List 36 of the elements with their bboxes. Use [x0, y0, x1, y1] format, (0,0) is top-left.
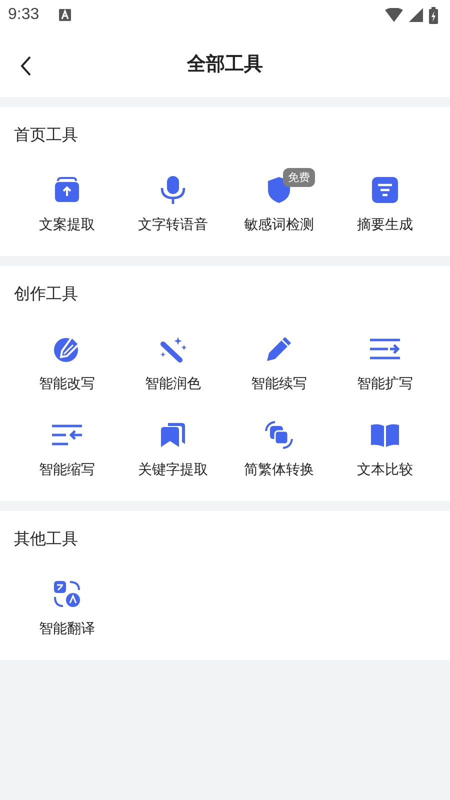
signal-icon: [409, 8, 423, 22]
section-title: 创作工具: [14, 284, 79, 305]
microphone-icon: [160, 175, 186, 205]
tool-button[interactable]: 文字转语音: [120, 166, 226, 234]
edit-icon: [53, 335, 81, 363]
tool-button[interactable]: 摘要生成: [332, 166, 438, 234]
section-title: 首页工具: [14, 125, 79, 146]
book-icon: [371, 423, 399, 447]
tool-button[interactable]: 智能扩写: [332, 325, 438, 393]
tool-button[interactable]: 智能续写: [226, 325, 332, 393]
free-badge: 免费: [283, 168, 315, 187]
tool-button[interactable]: 智能翻译: [14, 570, 120, 638]
tool-button[interactable]: 智能改写: [14, 325, 120, 393]
bookmark-icon: [160, 422, 186, 448]
tool-button[interactable]: 免费 敏感词检测: [226, 166, 332, 234]
tool-button[interactable]: 文案提取: [14, 166, 120, 234]
app-notification-icon: [59, 9, 72, 21]
tool-button[interactable]: 关键字提取: [120, 411, 226, 479]
swap-squares-icon: [264, 420, 294, 450]
pencil-icon: [266, 336, 292, 362]
tool-button[interactable]: 智能缩写: [14, 411, 120, 479]
upload-icon: [54, 177, 80, 203]
section-title: 其他工具: [14, 529, 79, 550]
translate-icon: [53, 580, 81, 608]
status-time: 9:33: [8, 6, 40, 24]
list-icon: [372, 177, 398, 203]
page-title: 全部工具: [187, 52, 263, 76]
lines-arrow-icon: [52, 424, 82, 446]
tool-button[interactable]: 简繁体转换: [226, 411, 332, 479]
magic-wand-icon: [159, 335, 187, 363]
wifi-icon: [385, 8, 403, 22]
battery-icon: [429, 6, 438, 24]
tool-button[interactable]: 智能润色: [120, 325, 226, 393]
lines-arrow-icon: [370, 338, 400, 360]
tool-button[interactable]: 文本比较: [332, 411, 438, 479]
back-icon: [20, 56, 32, 76]
